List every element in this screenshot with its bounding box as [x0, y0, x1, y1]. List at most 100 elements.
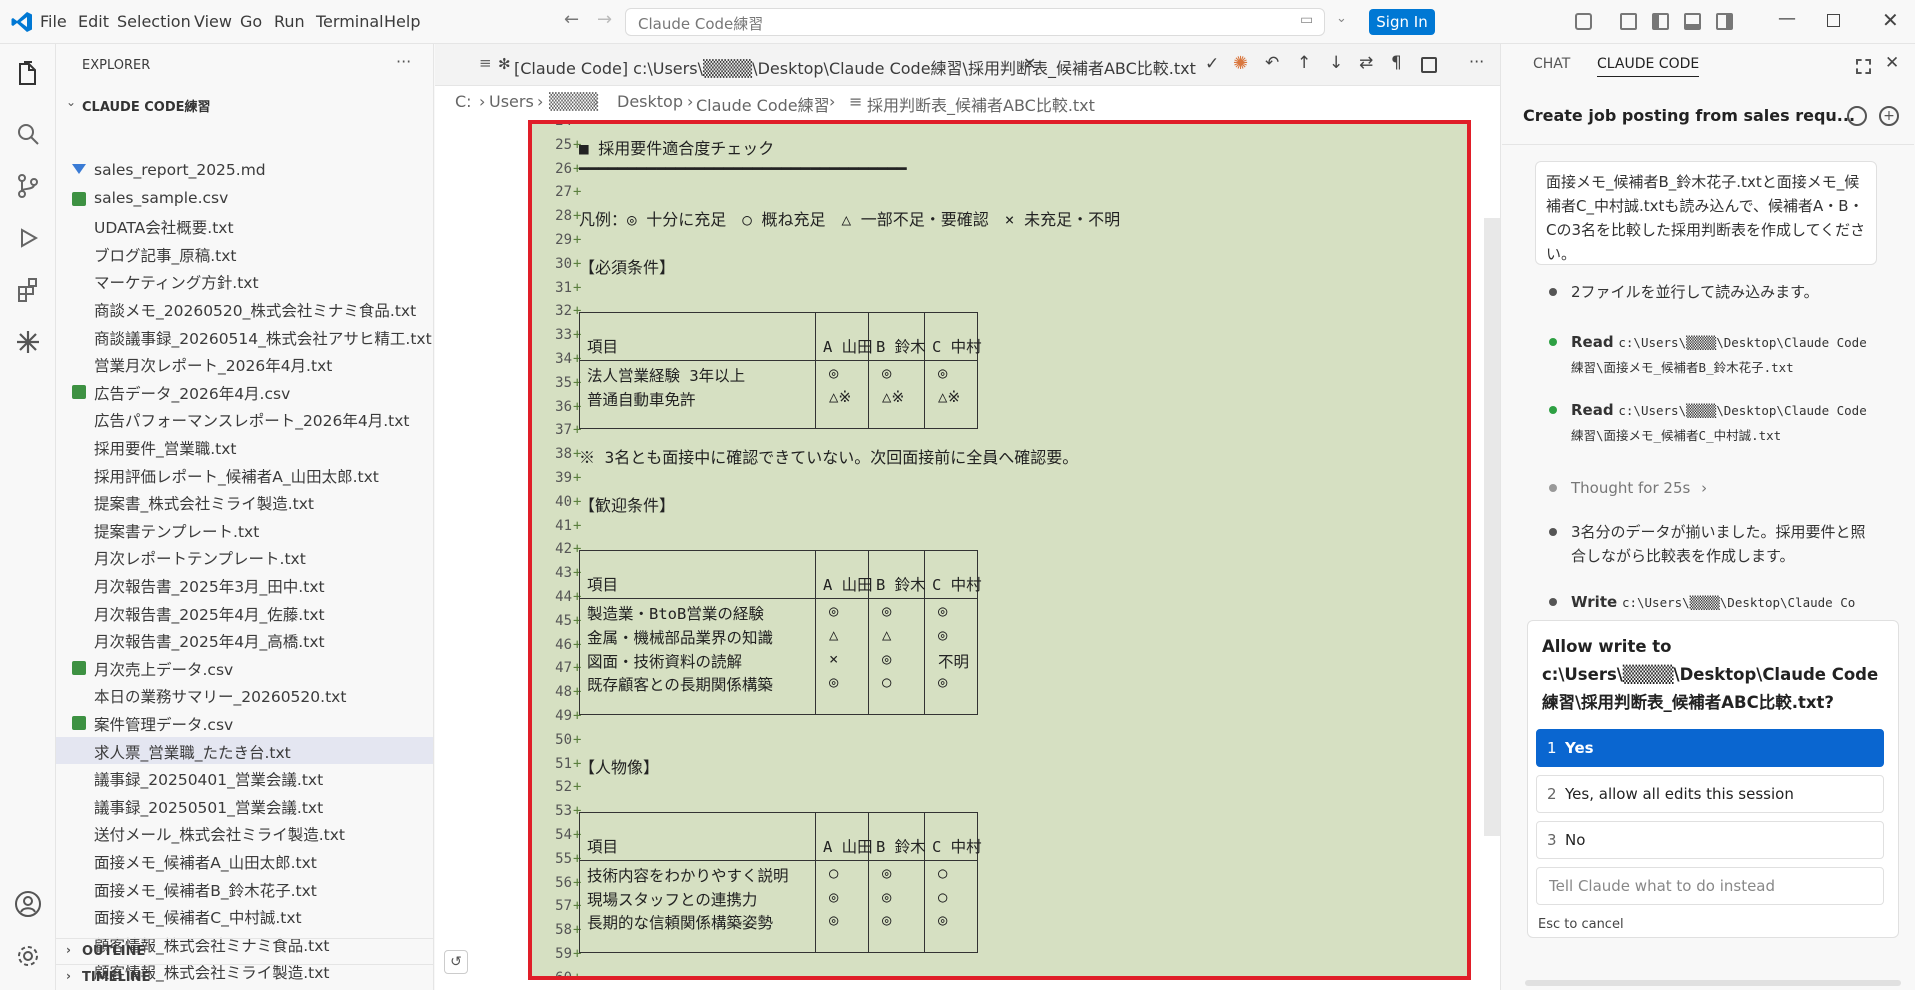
command-center-search[interactable]: Claude Code練習 ▭	[625, 8, 1325, 36]
menu-go[interactable]: Go	[240, 12, 262, 31]
file-item[interactable]: 議事録_20250501_営業会議.txt	[56, 792, 433, 819]
accept-check-icon[interactable]: ✓	[1205, 54, 1219, 74]
tab-close-icon[interactable]: ✕	[1023, 54, 1036, 73]
file-item[interactable]: 案件管理データ.csv	[56, 709, 433, 736]
file-item[interactable]: 求人票_営業職_たたき台.txt	[56, 736, 433, 764]
file-item[interactable]: 広告パフォーマンスレポート_2026年4月.txt	[56, 405, 433, 432]
breadcrumb-users[interactable]: Users	[489, 92, 534, 111]
chevron-down-icon[interactable]: ⌄	[1336, 11, 1347, 26]
file-item[interactable]: UDATA会社概要.txt	[56, 212, 433, 239]
close-window-icon[interactable]: ✕	[1882, 8, 1899, 32]
breadcrumb-desktop[interactable]: Desktop	[617, 92, 683, 111]
tab-chat[interactable]: CHAT	[1533, 56, 1570, 72]
explorer-icon[interactable]	[12, 58, 44, 90]
file-item[interactable]: 採用要件_営業職.txt	[56, 433, 433, 460]
close-icon[interactable]: ✕	[1885, 53, 1899, 73]
breadcrumb-drive[interactable]: C:	[455, 92, 472, 111]
breadcrumb-folder[interactable]: Claude Code練習	[696, 92, 830, 116]
menu-terminal[interactable]: Terminal	[316, 12, 384, 31]
thought-toggle[interactable]: Thought for 25s ›	[1571, 476, 1707, 500]
restore-icon[interactable]	[1827, 14, 1840, 27]
option-no[interactable]: 3 No	[1536, 821, 1884, 859]
settings-gear-icon[interactable]	[12, 940, 44, 972]
editor-scrollbar[interactable]	[1484, 218, 1500, 836]
breadcrumb-user[interactable]: ▒▒▒▒	[549, 92, 598, 111]
menu-edit[interactable]: Edit	[78, 12, 109, 31]
file-item[interactable]: 商談メモ_20260520_株式会社ミナミ食品.txt	[56, 295, 433, 322]
instead-input[interactable]: Tell Claude what to do instead	[1536, 867, 1884, 905]
arrow-down-icon[interactable]: ↓	[1329, 53, 1343, 73]
file-item[interactable]: ブログ記事_原稿.txt	[56, 240, 433, 267]
menu-help[interactable]: Help	[384, 12, 420, 31]
file-item[interactable]: 月次報告書_2025年4月_高橋.txt	[56, 626, 433, 653]
option-yes[interactable]: 1 Yes	[1536, 729, 1884, 767]
minimize-icon[interactable]: —	[1778, 8, 1796, 29]
file-name: sales_report_2025.md	[94, 161, 266, 179]
file-item[interactable]: 広告データ_2026年4月.csv	[56, 378, 433, 405]
run-debug-icon[interactable]	[12, 222, 44, 254]
step-text: 3名分のデータが揃いました。採用要件と照合しながら比較表を作成します。	[1571, 523, 1866, 565]
source-control-icon[interactable]	[12, 170, 44, 202]
more-actions-icon[interactable]: ···	[1469, 52, 1484, 71]
file-item[interactable]: sales_sample.csv	[56, 185, 433, 212]
file-item[interactable]: 月次報告書_2025年4月_佐藤.txt	[56, 599, 433, 626]
history-icon[interactable]	[1847, 106, 1867, 126]
menu-view[interactable]: View	[194, 12, 232, 31]
esc-hint: Esc to cancel	[1538, 917, 1624, 932]
account-icon[interactable]	[12, 888, 44, 920]
file-item[interactable]: 送付メール_株式会社ミライ製造.txt	[56, 819, 433, 846]
file-item[interactable]: 面接メモ_候補者C_中村誠.txt	[56, 902, 433, 929]
toggle-sidebar-icon[interactable]	[1652, 13, 1669, 30]
back-arrow-icon[interactable]: ←	[564, 9, 579, 30]
file-item[interactable]: 本日の業務サマリー_20260520.txt	[56, 681, 433, 708]
menu-file[interactable]: File	[40, 12, 67, 31]
file-item[interactable]: 営業月次レポート_2026年4月.txt	[56, 350, 433, 377]
panel-scrollbar[interactable]	[1525, 980, 1901, 986]
toggle-secondary-sidebar-icon[interactable]	[1716, 13, 1733, 30]
file-item[interactable]: 月次報告書_2025年3月_田中.txt	[56, 571, 433, 598]
outline-section[interactable]: › OUTLINE	[56, 938, 433, 964]
toggle-panel-icon[interactable]	[1684, 13, 1701, 30]
file-item[interactable]: 月次売上データ.csv	[56, 654, 433, 681]
extensions-icon[interactable]	[12, 274, 44, 306]
file-item[interactable]: 面接メモ_候補者A_山田太郎.txt	[56, 847, 433, 874]
undo-icon[interactable]: ↶	[1265, 53, 1279, 73]
pilcrow-icon[interactable]: ¶	[1391, 53, 1402, 73]
menu-run[interactable]: Run	[274, 12, 305, 31]
file-item[interactable]: sales_report_2025.md	[56, 157, 433, 184]
file-item[interactable]: 採用評価レポート_候補者A_山田太郎.txt	[56, 461, 433, 488]
file-item[interactable]: マーケティング方針.txt	[56, 267, 433, 294]
claude-spark-icon[interactable]: ✺	[1233, 53, 1248, 74]
arrow-up-icon[interactable]: ↑	[1297, 53, 1311, 73]
forward-arrow-icon[interactable]: →	[597, 9, 612, 30]
split-editor-icon[interactable]	[1421, 57, 1437, 73]
breadcrumb-file[interactable]: 採用判断表_候補者ABC比較.txt	[867, 92, 1095, 116]
layout-icon[interactable]	[1620, 13, 1637, 30]
swap-icon[interactable]: ⇄	[1359, 53, 1373, 73]
option-label: No	[1565, 831, 1586, 849]
search-icon[interactable]	[12, 118, 44, 150]
thought-label: Thought for 25s	[1571, 479, 1691, 497]
copilot-icon[interactable]	[1575, 13, 1592, 30]
chat-bubble-icon[interactable]: ▭	[1300, 12, 1313, 28]
maximize-icon[interactable]	[1856, 59, 1871, 74]
tab-claude-code[interactable]: CLAUDE CODE	[1597, 56, 1700, 77]
file-item[interactable]: 議事録_20250401_営業会議.txt	[56, 764, 433, 791]
revert-icon[interactable]: ↺	[444, 950, 468, 974]
sign-in-button[interactable]: Sign In	[1369, 9, 1435, 35]
new-chat-icon[interactable]: +	[1879, 106, 1899, 126]
file-name: 月次報告書_2025年4月_高橋.txt	[94, 633, 325, 652]
conversation-title: Create job posting from sales requ...	[1523, 106, 1856, 125]
option-yes-all[interactable]: 2 Yes, allow all edits this session	[1536, 775, 1884, 813]
claude-code-icon[interactable]	[12, 326, 44, 358]
file-item[interactable]: 面接メモ_候補者B_鈴木花子.txt	[56, 875, 433, 902]
timeline-section[interactable]: › TIMELINE	[56, 964, 433, 990]
file-item[interactable]: 商談議事録_20260514_株式会社アサヒ精工.txt	[56, 323, 433, 350]
menu-selection[interactable]: Selection	[117, 12, 191, 31]
file-item[interactable]: 提案書テンプレート.txt	[56, 516, 433, 543]
file-item[interactable]: 提案書_株式会社ミライ製造.txt	[56, 488, 433, 515]
more-actions-icon[interactable]: ···	[396, 52, 411, 71]
folder-root[interactable]: ⌄ CLAUDE CODE練習	[56, 92, 433, 116]
editor-tab[interactable]: ≡ ✻ [Claude Code] c:\Users\▒▒▒▒\Desktop\…	[465, 44, 1635, 86]
file-item[interactable]: 月次レポートテンプレート.txt	[56, 543, 433, 570]
